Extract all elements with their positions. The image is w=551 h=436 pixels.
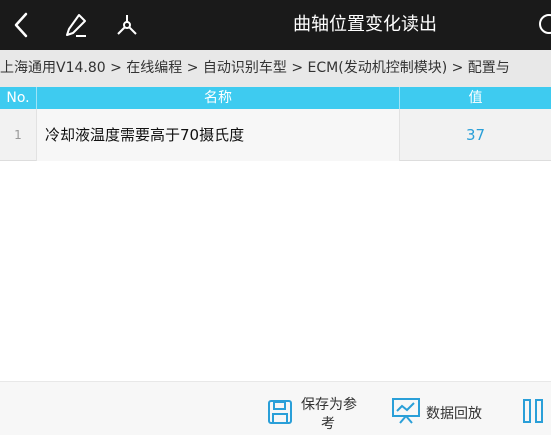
page-title: 曲轴位置变化读出 — [293, 14, 437, 35]
top-bar: 曲轴位置变化读出 — [0, 0, 551, 50]
share-icon[interactable] — [107, 0, 147, 50]
row-value: 37 — [399, 109, 551, 161]
back-icon[interactable] — [2, 0, 42, 50]
column-header-value: 值 — [399, 87, 551, 109]
save-as-reference-button[interactable]: 保存为参 考 — [262, 382, 372, 436]
pause-button[interactable] — [520, 382, 551, 436]
table-header: No. 名称 值 — [0, 87, 551, 109]
save-icon — [268, 400, 292, 424]
row-name: 冷却液温度需要高于70摄氏度 — [36, 109, 399, 161]
playback-chart-icon — [392, 398, 420, 424]
table-row[interactable]: 1 冷却液温度需要高于70摄氏度 37 — [0, 109, 551, 161]
breadcrumb: 上海通用V14.80 > 在线编程 > 自动识别车型 > ECM(发动机控制模块… — [0, 50, 551, 87]
save-label-line2: 考 — [321, 416, 335, 432]
bottom-toolbar: 保存为参 考 数据回放 — [0, 381, 551, 435]
pause-icon — [523, 399, 543, 423]
column-header-name: 名称 — [36, 87, 399, 109]
settings-icon[interactable] — [539, 14, 551, 34]
edit-icon[interactable] — [56, 0, 96, 50]
playback-label: 数据回放 — [426, 406, 482, 422]
data-playback-button[interactable]: 数据回放 — [388, 382, 498, 436]
column-header-no: No. — [6, 90, 30, 106]
save-label-line1: 保存为参 — [301, 397, 357, 413]
row-number: 1 — [14, 128, 22, 142]
